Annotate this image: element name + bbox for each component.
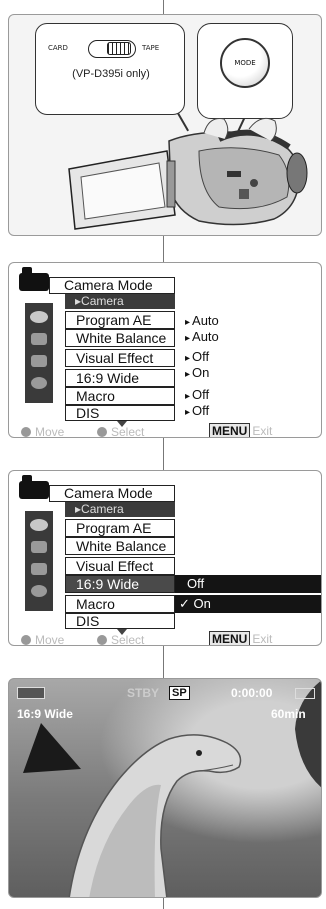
menu-sidebar <box>25 511 53 611</box>
value-16-9-wide: On <box>185 365 209 383</box>
connector-line <box>163 898 164 909</box>
connector-line <box>163 0 164 14</box>
menu-exit-hint: MENU Exit <box>209 423 273 438</box>
dorsal-fin-shape <box>23 723 81 773</box>
media-tab-icon[interactable] <box>31 333 47 345</box>
move-hint-label: Move <box>35 633 65 646</box>
camcorder-drawing <box>68 117 308 230</box>
menu-item-macro[interactable]: Macro <box>65 387 175 405</box>
wide-submenu-panel: Camera Mode ▸Camera Program AE White Bal… <box>8 470 322 646</box>
menu-item-macro[interactable]: Macro <box>65 595 175 613</box>
menu-item-program-ae[interactable]: Program AE <box>65 311 175 329</box>
menu-subtitle: ▸Camera <box>65 294 175 309</box>
exit-label: Exit <box>252 424 273 438</box>
switch-tape-label: TAPE <box>142 44 160 52</box>
move-hint: Move <box>21 633 65 646</box>
mode-button-label: MODE <box>234 59 256 67</box>
menu-key[interactable]: MENU <box>209 631 251 645</box>
sp-badge: SP <box>169 686 190 700</box>
menu-key[interactable]: MENU <box>209 423 251 437</box>
menu-item-dis[interactable]: DIS <box>65 613 175 629</box>
display-tab-icon[interactable] <box>31 563 47 575</box>
viewfinder-panel: STBY SP 0:00:00 16:9 Wide 60min <box>8 678 322 898</box>
menu-sidebar <box>25 303 53 403</box>
option-off[interactable]: Off <box>175 575 321 593</box>
option-on-selected[interactable]: ✓ On <box>175 595 321 613</box>
menu-item-program-ae[interactable]: Program AE <box>65 519 175 537</box>
value-dis: Off <box>185 403 209 421</box>
display-tab-icon[interactable] <box>31 355 47 367</box>
battery-icon <box>17 687 45 699</box>
media-tab-icon[interactable] <box>31 541 47 553</box>
move-hint: Move <box>21 425 65 438</box>
switch-card-label: CARD <box>48 44 68 52</box>
connector-line <box>163 646 164 678</box>
select-button-icon <box>97 427 107 437</box>
connector-line <box>163 438 164 470</box>
wide-mode-indicator: 16:9 Wide <box>17 707 73 721</box>
camera-tab-icon[interactable] <box>30 519 48 531</box>
menu-exit-hint: MENU Exit <box>209 631 273 646</box>
menu-item-16-9-wide-selected[interactable]: 16:9 Wide <box>65 575 175 593</box>
menu-subtitle: ▸Camera <box>65 502 175 517</box>
camera-mode-icon <box>19 267 49 291</box>
tape-icon <box>295 688 315 699</box>
menu-item-16-9-wide[interactable]: 16:9 Wide <box>65 369 175 387</box>
value-white-balance: Auto <box>185 329 219 347</box>
select-button-icon <box>97 635 107 645</box>
settings-gear-icon[interactable] <box>31 585 47 597</box>
menu-item-visual-effect[interactable]: Visual Effect <box>65 557 175 575</box>
camera-mode-menu-panel: Camera Mode ▸Camera Program AE White Bal… <box>8 262 322 438</box>
exit-label: Exit <box>252 632 273 646</box>
remaining-time: 60min <box>271 707 306 721</box>
camcorder-illustration-panel: CARD TAPE (VP-D395i only) MODE <box>8 14 322 236</box>
select-hint: Select <box>97 633 145 646</box>
mode-button-callout: MODE <box>197 23 293 119</box>
menu-item-white-balance[interactable]: White Balance <box>65 329 175 347</box>
model-note: (VP-D395i only) <box>72 68 150 80</box>
timecode: 0:00:00 <box>231 686 273 700</box>
card-tape-switch[interactable] <box>88 40 136 58</box>
switch-knob[interactable] <box>107 42 131 55</box>
connector-line <box>163 236 164 262</box>
move-hint-label: Move <box>35 425 65 438</box>
menu-item-white-balance[interactable]: White Balance <box>65 537 175 555</box>
settings-gear-icon[interactable] <box>31 377 47 389</box>
card-tape-switch-callout: CARD TAPE (VP-D395i only) <box>35 23 185 115</box>
select-hint: Select <box>97 425 145 438</box>
stby-status: STBY <box>127 686 160 700</box>
menu-item-visual-effect[interactable]: Visual Effect <box>65 349 175 367</box>
joystick-icon <box>21 635 31 645</box>
menu-title: Camera Mode <box>49 277 175 294</box>
menu-title: Camera Mode <box>49 485 175 502</box>
camera-mode-icon <box>19 475 49 499</box>
select-hint-label: Select <box>111 633 145 646</box>
select-hint-label: Select <box>111 425 145 438</box>
joystick-icon <box>21 427 31 437</box>
mode-button[interactable]: MODE <box>220 38 270 88</box>
camera-tab-icon[interactable] <box>30 311 48 323</box>
menu-item-dis[interactable]: DIS <box>65 405 175 421</box>
